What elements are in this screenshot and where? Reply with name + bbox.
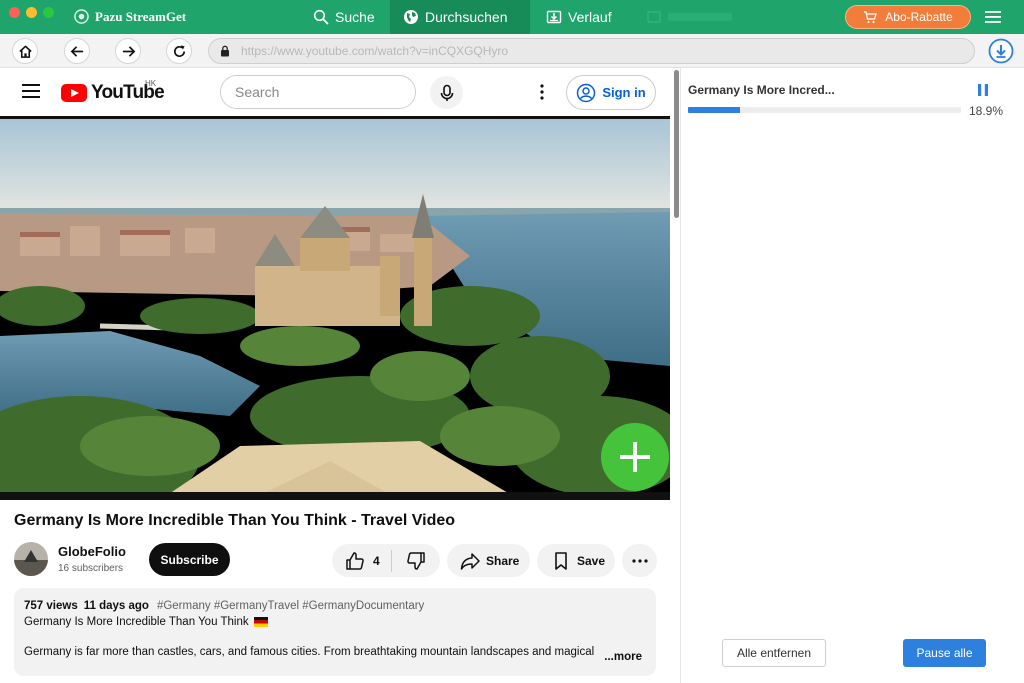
address-bar: https://www.youtube.com/watch?v=inCQXGQH… (0, 34, 1024, 68)
app-name: Pazu StreamGet (95, 9, 187, 24)
reload-icon (173, 44, 185, 57)
hashtags[interactable]: #Germany #GermanyTravel #GermanyDocument… (157, 600, 424, 612)
youtube-search-box (220, 75, 416, 109)
home-button[interactable] (12, 38, 38, 64)
title-bar: Pazu StreamGet Suche Durchsuchen Verlauf… (0, 0, 1024, 34)
germany-flag-icon (253, 616, 268, 627)
channel-avatar[interactable] (14, 542, 48, 576)
channel-avatar-image (14, 542, 48, 576)
promo-button[interactable]: Abo-Rabatte (845, 5, 971, 29)
more-vertical-icon[interactable] (532, 82, 552, 102)
subscriber-count: 16 subscribers (58, 563, 124, 574)
app-logo-icon (74, 9, 89, 24)
youtube-header: YouTube HK Sign in (0, 68, 670, 116)
subscribe-button[interactable]: Subscribe (149, 543, 230, 576)
tab-hidden-faded (646, 0, 732, 34)
youtube-menu-icon[interactable] (22, 84, 40, 98)
description-line-2: Germany is far more than castles, cars, … (24, 646, 595, 658)
pause-all-button[interactable]: Pause alle (903, 639, 986, 667)
view-count: 757 views (24, 600, 78, 612)
youtube-region: HK (145, 79, 157, 88)
like-button[interactable]: 4 (332, 551, 391, 571)
sign-in-label: Sign in (602, 85, 646, 100)
hamburger-menu-icon[interactable] (984, 9, 1002, 25)
share-button[interactable]: Share (447, 544, 530, 577)
add-download-button[interactable] (601, 423, 669, 491)
promo-label: Abo-Rabatte (885, 10, 953, 24)
youtube-search-input[interactable] (221, 76, 415, 108)
description-line-1: Germany Is More Incredible Than You Thin… (24, 616, 646, 628)
video-player[interactable] (0, 116, 670, 500)
more-horizontal-icon (631, 558, 648, 563)
download-progress-text: 18.9% (969, 104, 1004, 118)
globe-icon (404, 10, 418, 24)
video-frame-image (0, 116, 670, 500)
cart-icon (864, 10, 878, 23)
more-actions-button[interactable] (622, 544, 657, 577)
save-label: Save (577, 553, 606, 568)
url-text: https://www.youtube.com/watch?v=inCQXGQH… (241, 44, 509, 58)
maximize-window-button[interactable] (43, 7, 54, 18)
forward-button[interactable] (115, 38, 141, 64)
like-count: 4 (373, 553, 380, 568)
video-description[interactable]: 757 views 11 days ago #Germany #GermanyT… (14, 588, 656, 676)
pause-icon[interactable] (975, 82, 991, 98)
remove-all-button[interactable]: Alle entfernen (722, 639, 826, 667)
voice-search-button[interactable] (430, 76, 463, 109)
url-field[interactable]: https://www.youtube.com/watch?v=inCQXGQH… (208, 38, 975, 64)
share-icon (460, 552, 480, 570)
tab-faded-icon (647, 11, 661, 23)
download-icon[interactable] (988, 38, 1014, 64)
thumbs-up-icon (346, 551, 364, 570)
reload-button[interactable] (166, 38, 192, 64)
show-more-link[interactable]: ...more (604, 651, 642, 663)
download-panel: Germany Is More Incred... 18.9% Alle ent… (680, 68, 1024, 683)
minimize-window-button[interactable] (26, 7, 37, 18)
download-progress-bar (688, 107, 961, 113)
download-progress-fill (688, 107, 740, 113)
download-item-title: Germany Is More Incred... (688, 83, 835, 97)
arrow-left-icon (70, 45, 83, 57)
microphone-icon (440, 84, 453, 101)
upload-age: 11 days ago (83, 600, 149, 612)
tab-durchsuchen-label: Durchsuchen (425, 9, 508, 25)
home-icon (18, 45, 32, 58)
back-button[interactable] (64, 38, 90, 64)
tab-suche-label: Suche (335, 9, 375, 25)
thumbs-down-icon (407, 551, 425, 570)
bookmark-icon (555, 551, 567, 570)
sign-in-button[interactable]: Sign in (566, 75, 656, 110)
app-window: Pazu StreamGet Suche Durchsuchen Verlauf… (0, 0, 1024, 683)
youtube-play-logo-icon (61, 84, 87, 102)
tab-verlauf[interactable]: Verlauf (546, 0, 612, 34)
like-dislike-group: 4 (332, 544, 440, 577)
browser-scrollbar[interactable] (674, 70, 679, 218)
video-title: Germany Is More Incredible Than You Thin… (14, 512, 456, 529)
account-icon (577, 83, 596, 102)
description-meta: 757 views 11 days ago #Germany #GermanyT… (24, 600, 646, 612)
share-label: Share (486, 553, 520, 568)
save-button[interactable]: Save (537, 544, 615, 577)
channel-name[interactable]: GlobeFolio (58, 544, 126, 559)
browser-view: YouTube HK Sign in (0, 68, 670, 683)
tab-suche[interactable]: Suche (313, 0, 375, 34)
plus-icon (620, 442, 650, 472)
search-icon (313, 9, 329, 25)
lock-icon (221, 45, 229, 57)
close-window-button[interactable] (9, 7, 20, 18)
arrow-right-icon (122, 45, 135, 57)
dislike-button[interactable] (392, 551, 440, 571)
tab-durchsuchen[interactable]: Durchsuchen (390, 0, 530, 34)
tab-verlauf-label: Verlauf (568, 9, 612, 25)
download-history-icon (546, 10, 562, 24)
